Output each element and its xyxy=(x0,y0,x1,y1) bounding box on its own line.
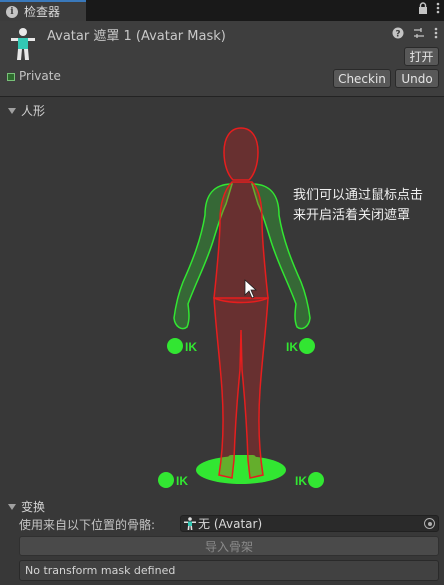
import-skeleton-button[interactable]: 导入骨架 xyxy=(19,536,439,556)
transform-foldout[interactable]: 变换 xyxy=(8,498,45,515)
annotation-text: 我们可以通过鼠标点击 来开启活着关闭遮罩 xyxy=(293,186,443,226)
ik-label: IK xyxy=(185,340,197,354)
mask-part-head[interactable] xyxy=(223,127,259,181)
ik-left-foot[interactable]: IK xyxy=(158,472,188,488)
mask-part-body[interactable] xyxy=(213,181,269,304)
source-avatar-value: 无 (Avatar) xyxy=(198,517,263,531)
object-picker-icon[interactable] xyxy=(424,518,435,529)
help-text: No transform mask defined xyxy=(25,564,176,577)
mask-part-legs[interactable] xyxy=(213,297,269,479)
mask-part-root[interactable] xyxy=(196,455,286,484)
transform-title: 变换 xyxy=(21,500,46,514)
annotation-line-1: 我们可以通过鼠标点击 xyxy=(293,188,424,203)
annotation-line-2: 来开启活着关闭遮罩 xyxy=(293,208,411,223)
avatar-icon xyxy=(184,517,196,530)
ik-label: IK xyxy=(286,340,298,354)
ik-label: IK xyxy=(176,474,188,488)
transform-help-box: No transform mask defined xyxy=(19,560,439,581)
ik-right-foot[interactable]: IK xyxy=(295,472,324,488)
ik-label: IK xyxy=(295,474,307,488)
humanoid-mask-figure: IK IK IK IK xyxy=(158,127,324,488)
ik-left-hand[interactable]: IK xyxy=(167,338,197,354)
source-avatar-label: 使用来自以下位置的骨骼: xyxy=(19,518,156,532)
foldout-arrow-icon xyxy=(8,503,16,510)
ik-right-hand[interactable]: IK xyxy=(286,338,315,354)
source-avatar-field[interactable]: 无 (Avatar) xyxy=(180,515,439,532)
